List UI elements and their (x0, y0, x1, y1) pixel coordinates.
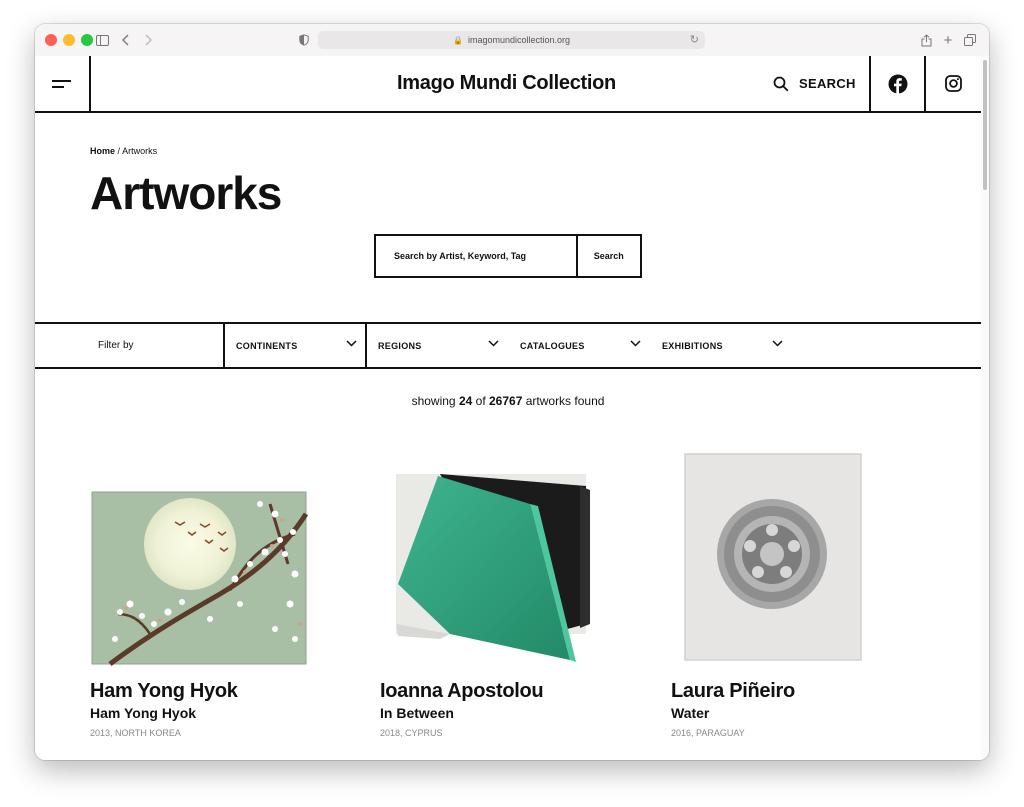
instagram-link[interactable] (924, 56, 980, 111)
instagram-icon (944, 75, 962, 92)
filter-exhibitions-label: EXHIBITIONS (662, 340, 723, 351)
chevron-down-icon (630, 340, 641, 347)
header-search-button[interactable]: SEARCH (773, 56, 869, 111)
browser-window: 🔒 imagomundicollection.org ↻ + Imago Mun… (35, 24, 989, 760)
artwork-meta: 2018, CYPRUS (380, 728, 443, 738)
results-middle: of (475, 394, 486, 408)
site-header: Imago Mundi Collection SEARCH (35, 56, 981, 113)
artwork-title[interactable]: In Between (380, 705, 454, 721)
search-submit-button[interactable]: Search (575, 236, 640, 276)
drain-painting-image[interactable] (671, 444, 901, 674)
artwork-artist[interactable]: Ham Yong Hyok (90, 680, 238, 703)
artwork-meta: 2013, NORTH KOREA (90, 728, 181, 738)
back-icon[interactable] (119, 31, 133, 49)
filter-catalogues-label: CATALOGUES (520, 340, 585, 351)
artwork-search-form: Search (374, 234, 642, 278)
filter-regions-label: REGIONS (378, 340, 422, 351)
filter-regions[interactable]: REGIONS (365, 324, 509, 367)
zoom-window-button[interactable] (81, 34, 93, 46)
artwork-title[interactable]: Water (671, 705, 709, 721)
breadcrumb-home[interactable]: Home (90, 146, 115, 156)
address-url: imagomundicollection.org (467, 35, 571, 45)
breadcrumb-current: Artworks (122, 146, 158, 156)
facebook-link[interactable] (869, 56, 925, 111)
new-tab-icon[interactable]: + (941, 31, 955, 49)
results-total: 26767 (489, 394, 523, 408)
filter-label: Filter by (98, 340, 134, 351)
green-geometric-painting-image[interactable] (380, 444, 610, 674)
page-title: Artworks (90, 167, 282, 219)
reload-icon[interactable]: ↻ (690, 33, 699, 46)
menu-icon-line (52, 80, 71, 82)
close-window-button[interactable] (45, 34, 57, 46)
minimize-window-button[interactable] (63, 34, 75, 46)
tab-overview-icon[interactable] (963, 31, 977, 49)
filter-catalogues[interactable]: CATALOGUES (509, 324, 651, 367)
search-icon (773, 76, 789, 91)
menu-button[interactable] (35, 56, 91, 111)
artwork-artist[interactable]: Laura Piñeiro (671, 680, 795, 703)
filter-continents[interactable]: CONTINENTS (223, 324, 367, 367)
artwork-artist[interactable]: Ioanna Apostolou (380, 680, 544, 703)
search-input[interactable] (376, 236, 576, 276)
facebook-icon (888, 74, 908, 93)
filter-continents-label: CONTINENTS (236, 340, 298, 351)
sidebar-icon[interactable] (93, 31, 111, 49)
header-search-label: SEARCH (799, 76, 856, 91)
address-bar[interactable]: 🔒 imagomundicollection.org ↻ (318, 31, 705, 49)
forward-icon[interactable] (141, 31, 155, 49)
browser-toolbar: 🔒 imagomundicollection.org ↻ + (35, 24, 989, 57)
menu-icon-line (52, 86, 64, 88)
blossom-painting-image[interactable] (90, 444, 320, 674)
breadcrumb-separator: / (117, 146, 121, 156)
results-shown: 24 (458, 394, 473, 408)
chevron-down-icon (772, 340, 783, 347)
scrollbar-thumb[interactable] (983, 60, 987, 190)
results-suffix: artworks found (525, 394, 605, 408)
chevron-down-icon (488, 340, 499, 347)
breadcrumb: Home / Artworks (90, 146, 157, 156)
filter-bar: Filter by CONTINENTS REGIONS CATALOGUES … (35, 322, 981, 369)
results-count: showing 24 of 26767 artworks found (35, 394, 981, 408)
privacy-shield-icon[interactable] (297, 31, 311, 49)
share-icon[interactable] (919, 31, 933, 49)
chevron-down-icon (346, 340, 357, 347)
artwork-title[interactable]: Ham Yong Hyok (90, 705, 196, 721)
page-scrollbar[interactable] (981, 56, 989, 760)
lock-icon: 🔒 (452, 35, 463, 45)
filter-exhibitions[interactable]: EXHIBITIONS (651, 324, 793, 367)
artwork-meta: 2016, PARAGUAY (671, 728, 745, 738)
results-prefix: showing (411, 394, 456, 408)
